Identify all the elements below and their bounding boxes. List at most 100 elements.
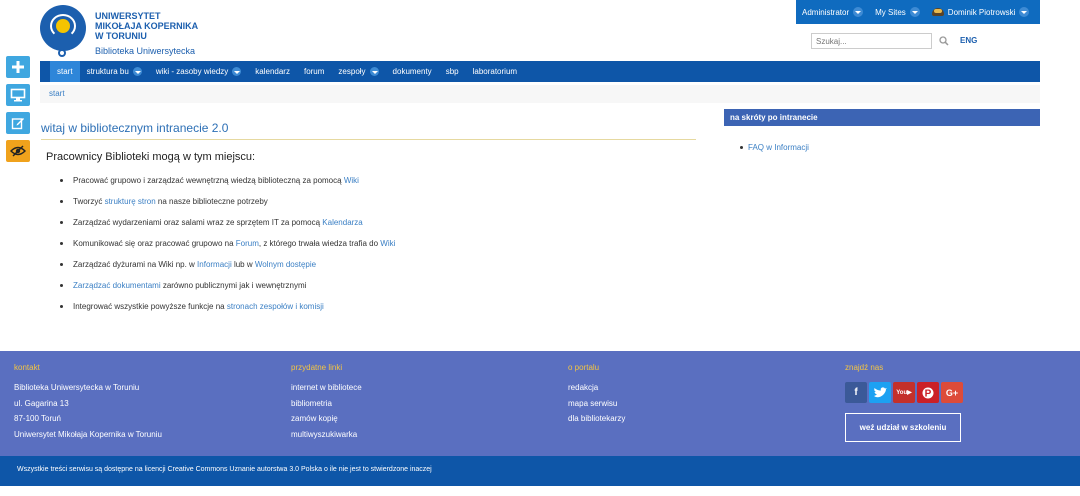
breadcrumb-bar: start — [40, 85, 1040, 103]
chevron-down-icon — [232, 67, 242, 76]
list-item: Pracować grupowo i zarządzać wewnętrzną … — [60, 172, 395, 193]
footer-link[interactable]: zamów kopię — [291, 414, 362, 430]
nav-item-zespoly[interactable]: zespoły — [331, 61, 385, 82]
admin-toolbar: Administrator My Sites Dominik Piotrowsk… — [796, 0, 1040, 24]
administrator-label: Administrator — [802, 7, 850, 17]
university-logo[interactable] — [40, 5, 86, 51]
list-item-text: Komunikować się oraz pracować grupowo na… — [73, 239, 395, 248]
chevron-down-icon — [853, 7, 864, 17]
nav-item-kalendarz[interactable]: kalendarz — [248, 61, 297, 82]
nav-label: zespoły — [338, 67, 366, 76]
list-item-text: Tworzyć strukturę stron na nasze bibliot… — [73, 197, 268, 206]
inline-link[interactable]: Zarządzać dokumentami — [73, 281, 161, 290]
search-input[interactable] — [811, 33, 932, 49]
nav-item-forum[interactable]: forum — [297, 61, 331, 82]
list-item-text: Zarządzać dyżurami na Wiki np. w Informa… — [73, 260, 316, 269]
footer-link[interactable]: redakcja — [568, 383, 625, 399]
nav-item-start[interactable]: start — [50, 61, 80, 82]
library-name[interactable]: Biblioteka Uniwersytecka — [95, 46, 195, 56]
list-item: Zarządzać dyżurami na Wiki np. w Informa… — [60, 256, 395, 277]
inline-link[interactable]: stronach zespołów i komisji — [227, 302, 324, 311]
chevron-down-icon — [132, 67, 142, 76]
shortcuts-heading: na skróty po intranecie — [724, 109, 1040, 126]
footer-link[interactable]: bibliometria — [291, 399, 362, 415]
inline-text: zarówno publicznymi jak i wewnętrznymi — [160, 281, 307, 290]
contact-line: Uniwersytet Mikołaja Kopernika w Toruniu — [14, 429, 162, 439]
social-heading: znajdź nas — [845, 363, 884, 372]
inline-text: na nasze biblioteczne potrzeby — [155, 197, 268, 206]
nav-item-wiki[interactable]: wiki - zasoby wiedzy — [149, 61, 248, 82]
inline-text: , z którego trwała wiedza trafia do — [258, 239, 381, 248]
license-text: Wszystkie treści serwisu są dostępne na … — [17, 466, 432, 473]
list-item-text: Pracować grupowo i zarządzać wewnętrzną … — [73, 176, 359, 185]
nav-label: laboratorium — [472, 67, 518, 76]
inline-link[interactable]: strukturę stron — [105, 197, 156, 206]
pinterest-icon[interactable]: P — [917, 382, 939, 403]
page-title: witaj w bibliotecznym intranecie 2.0 — [41, 121, 229, 135]
intro-text: Pracownicy Biblioteki mogą w tym miejscu… — [46, 151, 256, 163]
breadcrumb[interactable]: start — [49, 89, 65, 98]
nav-label: dokumenty — [392, 67, 432, 76]
footer: kontakt Biblioteka Uniwersytecka w Torun… — [0, 351, 1080, 456]
contact-line: 87-100 Toruń — [14, 414, 61, 423]
user-name: Dominik Piotrowski — [947, 7, 1016, 17]
nav-item-sbp[interactable]: sbp — [439, 61, 466, 82]
contact-line: ul. Gagarina 13 — [14, 398, 69, 408]
university-name[interactable]: UNIWERSYTET MIKOŁAJA KOPERNIKA W TORUNIU — [95, 11, 255, 41]
user-menu[interactable]: Dominik Piotrowski — [926, 0, 1036, 24]
svg-text:P: P — [925, 388, 932, 399]
training-signup-button[interactable]: weź udział w szkoleniu — [845, 413, 961, 442]
google-plus-icon[interactable]: G+ — [941, 382, 963, 403]
footer-link[interactable]: internet w bibliotece — [291, 383, 362, 399]
nav-label: sbp — [445, 67, 459, 76]
list-item-text: Integrować wszystkie powyższe funkcje na… — [73, 302, 324, 311]
list-item: Zarządzać dokumentami zarówno publicznym… — [60, 277, 395, 298]
inline-link[interactable]: Kalendarza — [322, 218, 362, 227]
inline-text: Zarządzać dyżurami na Wiki np. w — [73, 260, 198, 269]
inline-link[interactable]: Forum — [236, 239, 259, 248]
twitter-icon[interactable] — [869, 382, 891, 403]
edit-icon — [11, 118, 24, 130]
inline-text: Tworzyć — [73, 197, 105, 206]
nav-item-struktura-bu[interactable]: struktura bu — [80, 61, 149, 82]
nav-label: kalendarz — [255, 67, 290, 76]
chevron-down-icon — [369, 67, 379, 76]
useful-links: internet w bibliotece bibliometria zamów… — [291, 383, 362, 445]
footer-link[interactable]: multiwyszukiwarka — [291, 430, 362, 446]
chevron-down-icon — [909, 7, 920, 17]
list-item: Tworzyć strukturę stron na nasze bibliot… — [60, 193, 395, 214]
logo-sun — [56, 19, 70, 33]
list-item-text: Zarządzać wydarzeniami oraz salami wraz … — [73, 218, 363, 227]
display-button[interactable] — [6, 84, 30, 106]
nav-label: start — [57, 67, 73, 76]
footer-link[interactable]: mapa serwisu — [568, 399, 625, 415]
list-item: Komunikować się oraz pracować grupowo na… — [60, 235, 395, 256]
feature-list: Pracować grupowo i zarządzać wewnętrzną … — [60, 172, 395, 319]
nav-item-laboratorium[interactable]: laboratorium — [466, 61, 524, 82]
title-divider — [41, 139, 696, 140]
inline-link[interactable]: Wiki — [344, 176, 359, 185]
search-icon[interactable] — [939, 36, 949, 46]
inline-link[interactable]: Wiki — [380, 239, 395, 248]
inline-link[interactable]: Informacji — [197, 260, 232, 269]
avatar — [931, 8, 944, 16]
monitor-icon — [10, 88, 26, 102]
footer-link[interactable]: dla bibliotekarzy — [568, 414, 625, 430]
language-switch[interactable]: ENG — [960, 36, 977, 45]
hide-button[interactable] — [6, 140, 30, 162]
contact-line: Biblioteka Uniwersytecka w Toruniu — [14, 383, 140, 392]
my-sites-menu[interactable]: My Sites — [869, 0, 926, 24]
faq-link[interactable]: FAQ w Informacji — [740, 143, 809, 152]
edit-button[interactable] — [6, 112, 30, 134]
nav-item-dokumenty[interactable]: dokumenty — [386, 61, 439, 82]
youtube-icon[interactable]: You▶ — [893, 382, 915, 403]
add-button[interactable] — [6, 56, 30, 78]
inline-link[interactable]: Wolnym dostępie — [255, 260, 316, 269]
plus-icon — [12, 61, 24, 73]
about-links: redakcja mapa serwisu dla bibliotekarzy — [568, 383, 625, 430]
administrator-menu[interactable]: Administrator — [796, 0, 869, 24]
facebook-icon[interactable]: f — [845, 382, 867, 403]
list-item: Zarządzać wydarzeniami oraz salami wraz … — [60, 214, 395, 235]
inline-text: Zarządzać wydarzeniami oraz salami wraz … — [73, 218, 323, 227]
nav-label: wiki - zasoby wiedzy — [155, 67, 229, 76]
